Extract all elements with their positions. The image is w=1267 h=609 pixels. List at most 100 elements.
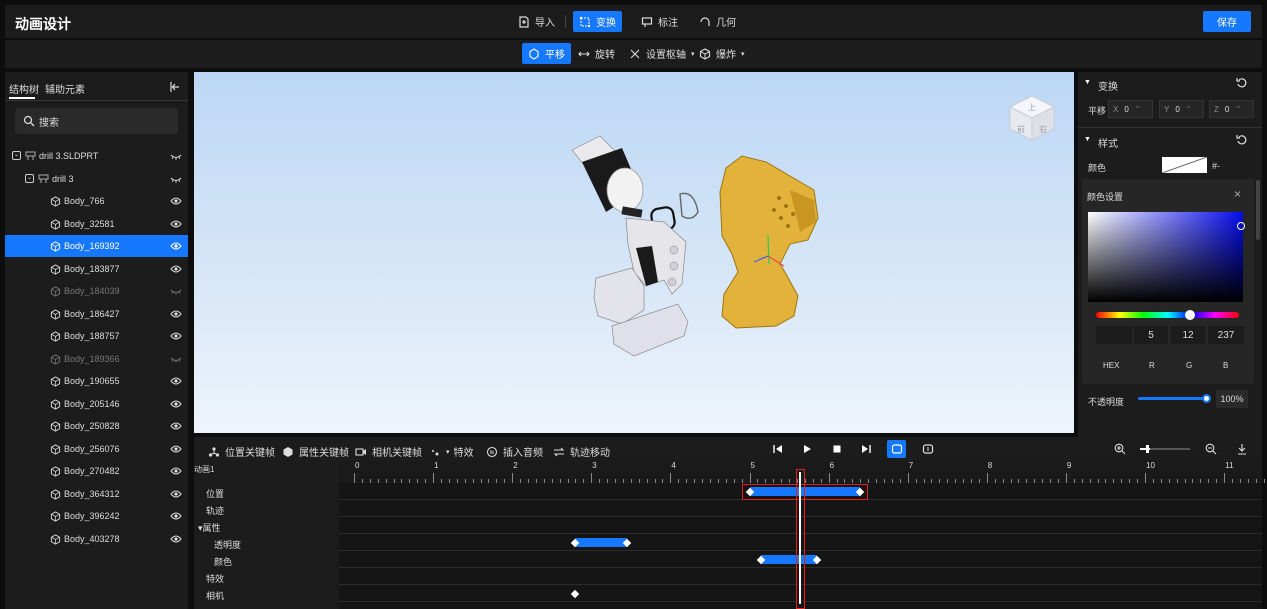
tab-auxiliary-elements[interactable]: 辅助元素 bbox=[45, 81, 85, 96]
chevron-down-icon[interactable]: ▼ bbox=[1084, 136, 1091, 143]
3d-viewport[interactable]: 上 前 右 bbox=[194, 72, 1074, 433]
eye-closed-icon[interactable] bbox=[170, 286, 182, 296]
rotate-button[interactable]: 旋转 bbox=[572, 43, 621, 64]
explode-button[interactable]: 爆炸 ▾ bbox=[693, 43, 751, 64]
translate-y-field[interactable]: Y 0 ⌃ bbox=[1159, 100, 1204, 118]
eye-icon[interactable] bbox=[170, 309, 182, 319]
track-label[interactable]: 特效 bbox=[206, 572, 224, 585]
tree-item[interactable]: Body_183877 bbox=[5, 258, 188, 280]
collapse-timeline-icon[interactable] bbox=[1236, 443, 1248, 455]
stepper-icon[interactable]: ⌃ bbox=[1186, 105, 1192, 113]
tree-item[interactable]: Body_32581 bbox=[5, 213, 188, 235]
tree-item[interactable]: Body_364312 bbox=[5, 483, 188, 505]
camera-keyframe-button[interactable]: 相机关键帧 bbox=[355, 444, 422, 459]
search-input[interactable]: 搜索 bbox=[15, 108, 178, 134]
zoom-in-icon[interactable] bbox=[1114, 443, 1126, 455]
transform-button[interactable]: 变换 bbox=[573, 11, 622, 32]
eye-icon[interactable] bbox=[170, 241, 182, 251]
hex-input[interactable] bbox=[1096, 326, 1132, 344]
tree-item[interactable]: Body_270482 bbox=[5, 460, 188, 482]
eye-icon[interactable] bbox=[170, 219, 182, 229]
color-swatch[interactable] bbox=[1162, 157, 1207, 173]
import-button[interactable]: 导入 bbox=[512, 11, 561, 32]
path-move-button[interactable]: 轨迹移动 bbox=[553, 444, 610, 459]
stepper-icon[interactable]: ⌃ bbox=[1235, 105, 1241, 113]
eye-icon[interactable] bbox=[170, 421, 182, 431]
translate-button[interactable]: 平移 bbox=[522, 43, 571, 64]
eye-closed-icon[interactable] bbox=[170, 354, 182, 364]
b-input[interactable]: 237 bbox=[1208, 326, 1244, 344]
stepper-icon[interactable]: ⌃ bbox=[1135, 105, 1141, 113]
opacity-slider-handle[interactable] bbox=[1202, 394, 1211, 403]
zoom-slider-handle[interactable] bbox=[1146, 445, 1149, 453]
tree-item[interactable]: Body_403278 bbox=[5, 528, 188, 550]
g-input[interactable]: 12 bbox=[1171, 326, 1205, 344]
save-button[interactable]: 保存 bbox=[1203, 11, 1251, 32]
reset-icon[interactable] bbox=[1236, 77, 1248, 89]
track-label[interactable]: ▾属性 bbox=[198, 521, 221, 534]
track-label[interactable]: 轨迹 bbox=[206, 504, 224, 517]
annotate-button[interactable]: 标注 bbox=[635, 11, 684, 32]
hue-slider[interactable] bbox=[1096, 312, 1239, 318]
tree-item[interactable]: Body_256076 bbox=[5, 438, 188, 460]
track-label[interactable]: 颜色 bbox=[214, 555, 232, 568]
tree-item[interactable]: Body_190655 bbox=[5, 370, 188, 392]
geometry-button[interactable]: 几何 bbox=[693, 11, 742, 32]
tree-item[interactable]: ⌄ drill 3 bbox=[5, 168, 188, 190]
eye-icon[interactable] bbox=[170, 511, 182, 521]
saturation-area[interactable] bbox=[1088, 212, 1243, 302]
timeline-tracks[interactable]: 0 1 2 3 4 5 6 7 8 9 10 11 bbox=[339, 461, 1265, 609]
tree-item[interactable]: Body_396242 bbox=[5, 505, 188, 527]
eye-icon[interactable] bbox=[170, 466, 182, 476]
keyframe-segment[interactable] bbox=[575, 538, 627, 547]
close-icon[interactable]: × bbox=[1234, 187, 1241, 201]
previous-frame-icon[interactable] bbox=[772, 443, 784, 455]
eye-closed-icon[interactable] bbox=[170, 151, 182, 161]
eye-icon[interactable] bbox=[170, 196, 182, 206]
chevron-down-icon[interactable]: ▼ bbox=[1084, 79, 1091, 86]
hue-slider-handle[interactable] bbox=[1185, 310, 1195, 320]
view-cube[interactable]: 上 前 右 bbox=[1009, 95, 1055, 141]
tab-structure-tree[interactable]: 结构树 bbox=[9, 81, 39, 96]
loop-button[interactable] bbox=[887, 440, 906, 458]
translate-z-field[interactable]: Z 0 ⌃ bbox=[1209, 100, 1254, 118]
stop-icon[interactable] bbox=[831, 443, 843, 455]
reset-icon[interactable] bbox=[1236, 134, 1248, 146]
eye-icon[interactable] bbox=[170, 331, 182, 341]
expand-toggle-icon[interactable]: ⌄ bbox=[25, 173, 34, 183]
eye-icon[interactable] bbox=[170, 489, 182, 499]
effects-button[interactable]: ▾ 特效 bbox=[430, 444, 474, 459]
eye-icon[interactable] bbox=[170, 264, 182, 274]
tree-item[interactable]: Body_188757 bbox=[5, 325, 188, 347]
repeat-once-icon[interactable] bbox=[922, 443, 934, 455]
eye-closed-icon[interactable] bbox=[170, 174, 182, 184]
translate-x-field[interactable]: X 0 ⌃ bbox=[1108, 100, 1153, 118]
eye-icon[interactable] bbox=[170, 376, 182, 386]
tree-item[interactable]: Body_186427 bbox=[5, 303, 188, 325]
zoom-out-icon[interactable] bbox=[1205, 443, 1217, 455]
tree-item[interactable]: Body_205146 bbox=[5, 393, 188, 415]
eye-icon[interactable] bbox=[170, 444, 182, 454]
expand-toggle-icon[interactable]: ⌄ bbox=[12, 151, 21, 160]
opacity-slider[interactable] bbox=[1138, 397, 1208, 400]
play-icon[interactable] bbox=[801, 443, 813, 455]
tree-item[interactable]: Body_184039 bbox=[5, 280, 188, 302]
track-label[interactable]: 相机 bbox=[206, 589, 224, 602]
track-label[interactable]: 位置 bbox=[206, 487, 224, 500]
property-keyframe-button[interactable]: 属性关键帧 bbox=[282, 444, 349, 459]
collapse-panel-icon[interactable] bbox=[169, 81, 181, 93]
tree-item[interactable]: ⌄ drill 3.SLDPRT bbox=[5, 145, 188, 167]
insert-audio-button[interactable]: 插入音频 bbox=[486, 444, 543, 459]
playhead[interactable] bbox=[796, 469, 806, 609]
r-input[interactable]: 5 bbox=[1134, 326, 1168, 344]
eye-icon[interactable] bbox=[170, 534, 182, 544]
saturation-handle[interactable] bbox=[1237, 222, 1245, 230]
eye-icon[interactable] bbox=[170, 399, 182, 409]
tree-item[interactable]: Body_766 bbox=[5, 190, 188, 212]
next-frame-icon[interactable] bbox=[860, 443, 872, 455]
track-label[interactable]: 透明度 bbox=[214, 538, 241, 551]
panel-scrollbar[interactable] bbox=[1256, 180, 1260, 240]
set-axis-button[interactable]: 设置枢轴 ▾ bbox=[623, 43, 701, 64]
keyframe-segment[interactable] bbox=[761, 555, 817, 564]
tree-item[interactable]: Body_189366 bbox=[5, 348, 188, 370]
